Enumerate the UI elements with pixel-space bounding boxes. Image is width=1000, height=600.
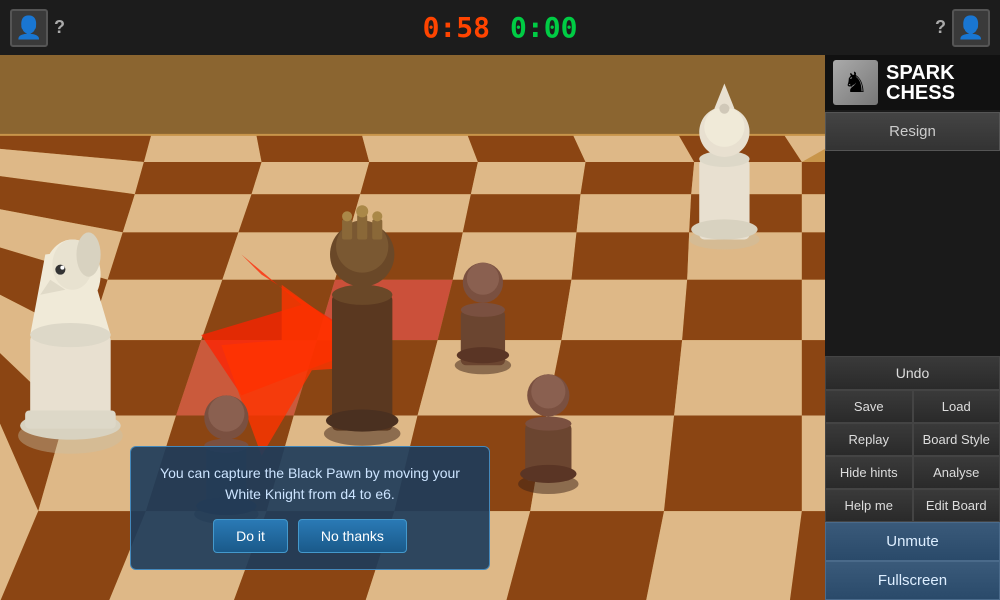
board-style-button[interactable]: Board Style	[913, 423, 1000, 456]
player-left-name: ?	[54, 17, 65, 38]
spark-text: SPARK	[886, 63, 955, 83]
helpme-editboard-row: Help me Edit Board	[825, 489, 1000, 522]
chess-horse-icon: ♞	[833, 60, 878, 105]
resign-button[interactable]: Resign	[825, 112, 1000, 151]
save-load-row: Save Load	[825, 390, 1000, 423]
save-button[interactable]: Save	[825, 390, 913, 423]
player-left-avatar: 👤	[10, 9, 48, 47]
player-left: 👤 ?	[0, 9, 423, 47]
load-button[interactable]: Load	[913, 390, 1000, 423]
chess-text: CHESS	[886, 83, 955, 103]
player-right-avatar: 👤	[952, 9, 990, 47]
timers: 0:58 0:00	[423, 11, 578, 44]
board-area: You can capture the Black Pawn by moving…	[0, 55, 825, 600]
unmute-button[interactable]: Unmute	[825, 522, 1000, 561]
analyse-button[interactable]: Analyse	[913, 456, 1000, 489]
hints-analyse-row: Hide hints Analyse	[825, 456, 1000, 489]
hint-message: You can capture the Black Pawn by moving…	[151, 463, 469, 505]
help-me-button[interactable]: Help me	[825, 489, 913, 522]
timer-green: 0:00	[510, 11, 577, 44]
replay-button[interactable]: Replay	[825, 423, 913, 456]
edit-board-button[interactable]: Edit Board	[913, 489, 1000, 522]
do-it-button[interactable]: Do it	[213, 519, 288, 553]
replay-boardstyle-row: Replay Board Style	[825, 423, 1000, 456]
spark-chess-title: SPARK CHESS	[886, 63, 955, 103]
main-area: You can capture the Black Pawn by moving…	[0, 55, 1000, 600]
player-right-name: ?	[935, 17, 946, 38]
sidebar-spacer	[825, 151, 1000, 356]
player-right: ? 👤	[577, 9, 1000, 47]
sidebar: ♞ SPARK CHESS Resign Undo Save Load Repl…	[825, 55, 1000, 600]
fullscreen-button[interactable]: Fullscreen	[825, 561, 1000, 600]
no-thanks-button[interactable]: No thanks	[298, 519, 407, 553]
header-bar: 👤 ? 0:58 0:00 ? 👤	[0, 0, 1000, 55]
hide-hints-button[interactable]: Hide hints	[825, 456, 913, 489]
hint-dialog: You can capture the Black Pawn by moving…	[130, 446, 490, 570]
hint-buttons: Do it No thanks	[151, 519, 469, 553]
timer-red: 0:58	[423, 11, 490, 44]
spark-chess-header: ♞ SPARK CHESS	[825, 55, 1000, 110]
undo-button[interactable]: Undo	[825, 356, 1000, 390]
